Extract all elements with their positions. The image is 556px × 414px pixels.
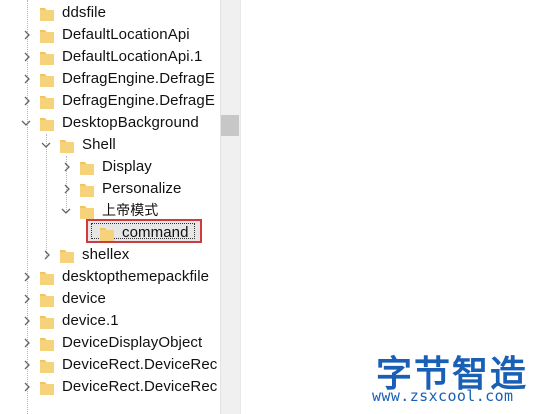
folder-icon bbox=[40, 6, 54, 21]
folder-icon bbox=[100, 226, 114, 241]
tree-node-label: ddsfile bbox=[62, 4, 107, 21]
folder-icon bbox=[40, 72, 54, 87]
folder-icon bbox=[40, 336, 54, 351]
folder-icon bbox=[60, 248, 74, 263]
folder-icon bbox=[40, 94, 54, 109]
tree-node-devicerect-a[interactable]: DeviceRect.DeviceRec bbox=[0, 354, 220, 376]
tree-node-defragengine-a[interactable]: DefragEngine.DefragE bbox=[0, 68, 220, 90]
tree-node-label: DefragEngine.DefragE bbox=[62, 70, 215, 87]
folder-icon bbox=[80, 160, 94, 175]
tree-node-desktopbackground[interactable]: DesktopBackground bbox=[0, 112, 220, 134]
folder-icon bbox=[40, 358, 54, 373]
tree-node-devicedisplayobject[interactable]: DeviceDisplayObject bbox=[0, 332, 220, 354]
chevron-down-icon[interactable] bbox=[40, 134, 52, 156]
chevron-right-icon[interactable] bbox=[21, 266, 33, 288]
tree-node-label: DefaultLocationApi.1 bbox=[62, 48, 203, 65]
tree-node-ddsfile[interactable]: ddsfile bbox=[0, 2, 220, 24]
watermark-url: www.zsxcool.com bbox=[372, 387, 514, 405]
chevron-right-icon[interactable] bbox=[61, 156, 73, 178]
chevron-right-icon[interactable] bbox=[21, 310, 33, 332]
folder-icon bbox=[40, 314, 54, 329]
tree-node-personalize[interactable]: Personalize bbox=[0, 178, 220, 200]
chevron-right-icon[interactable] bbox=[41, 244, 53, 266]
chevron-right-icon[interactable] bbox=[21, 332, 33, 354]
folder-icon bbox=[40, 50, 54, 65]
tree-node-label: DesktopBackground bbox=[62, 114, 199, 131]
folder-icon bbox=[80, 182, 94, 197]
folder-icon bbox=[60, 138, 74, 153]
tree-node-label: Display bbox=[102, 158, 152, 175]
folder-icon bbox=[40, 292, 54, 307]
tree-node-display[interactable]: Display bbox=[0, 156, 220, 178]
tree-node-defragengine-b[interactable]: DefragEngine.DefragE bbox=[0, 90, 220, 112]
tree-node-label: device bbox=[62, 290, 106, 307]
tree-node-label: DefragEngine.DefragE bbox=[62, 92, 215, 109]
tree-node-desktopthemepackfile[interactable]: desktopthemepackfile bbox=[0, 266, 220, 288]
tree-node-label: shellex bbox=[82, 246, 130, 263]
scrollbar-thumb[interactable] bbox=[221, 115, 239, 136]
tree-node-device-1[interactable]: device.1 bbox=[0, 310, 220, 332]
tree-node-label: device.1 bbox=[62, 312, 119, 329]
tree-node-label: DeviceDisplayObject bbox=[62, 334, 203, 351]
tree-node-label: Personalize bbox=[102, 180, 182, 197]
tree-node-command[interactable]: command bbox=[0, 222, 220, 244]
tree-node-label: DeviceRect.DeviceRec bbox=[62, 378, 218, 395]
chevron-right-icon[interactable] bbox=[21, 376, 33, 398]
vertical-scrollbar[interactable] bbox=[220, 0, 240, 414]
registry-tree[interactable]: ddsfile DefaultLocationApi DefaultLocati… bbox=[0, 0, 220, 414]
chevron-down-icon[interactable] bbox=[60, 200, 72, 222]
tree-node-label: command bbox=[122, 224, 189, 241]
tree-node-shell[interactable]: Shell bbox=[0, 134, 220, 156]
chevron-right-icon[interactable] bbox=[21, 90, 33, 112]
chevron-down-icon[interactable] bbox=[20, 112, 32, 134]
folder-icon bbox=[40, 270, 54, 285]
chevron-right-icon[interactable] bbox=[61, 178, 73, 200]
tree-node-defaultlocationapi-1[interactable]: DefaultLocationApi.1 bbox=[0, 46, 220, 68]
tree-node-label: desktopthemepackfile bbox=[62, 268, 210, 285]
tree-node-device[interactable]: device bbox=[0, 288, 220, 310]
tree-node-label: DefaultLocationApi bbox=[62, 26, 190, 43]
tree-node-label: 上帝模式 bbox=[102, 203, 159, 219]
tree-node-defaultlocationapi[interactable]: DefaultLocationApi bbox=[0, 24, 220, 46]
tree-node-label: DeviceRect.DeviceRec bbox=[62, 356, 218, 373]
chevron-right-icon[interactable] bbox=[21, 68, 33, 90]
chevron-right-icon[interactable] bbox=[21, 288, 33, 310]
folder-icon bbox=[40, 28, 54, 43]
folder-icon bbox=[40, 380, 54, 395]
tree-node-shellex[interactable]: shellex bbox=[0, 244, 220, 266]
folder-icon bbox=[80, 204, 94, 219]
chevron-right-icon[interactable] bbox=[21, 46, 33, 68]
tree-node-label: Shell bbox=[82, 136, 116, 153]
chevron-right-icon[interactable] bbox=[21, 354, 33, 376]
chevron-right-icon[interactable] bbox=[21, 24, 33, 46]
tree-node-devicerect-b[interactable]: DeviceRect.DeviceRec bbox=[0, 376, 220, 398]
folder-icon bbox=[40, 116, 54, 131]
